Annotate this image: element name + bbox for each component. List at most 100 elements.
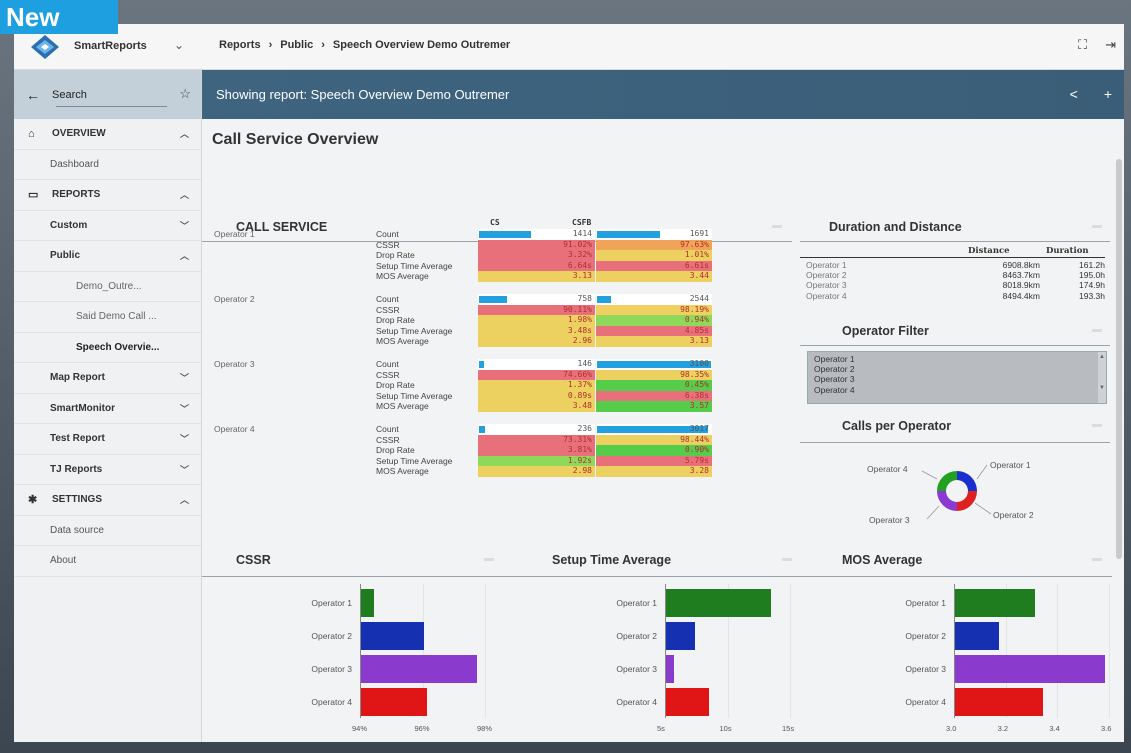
csfb-value: 3017 <box>689 424 709 433</box>
filter-option[interactable]: Operator 2 <box>814 364 1100 374</box>
app-menu-chevron-icon[interactable]: ⌄ <box>174 38 184 52</box>
share-icon[interactable]: < <box>1070 86 1078 102</box>
cs-cell: 1.98% <box>478 315 595 326</box>
chevron-down-icon[interactable]: ﹀ <box>180 432 189 445</box>
sidebar-item[interactable]: Demo_Outre... <box>14 272 201 302</box>
back-arrow-icon[interactable]: ← <box>26 87 40 103</box>
report-banner-text: Showing report: Speech Overview Demo Out… <box>216 87 510 102</box>
panel-handle <box>782 558 792 561</box>
content-scrollbar[interactable] <box>1116 159 1122 559</box>
bar-operator-1 <box>955 589 1036 617</box>
filter-option[interactable]: Operator 3 <box>814 374 1100 384</box>
logout-icon[interactable]: ⇥ <box>1105 37 1116 53</box>
sidebar-item[interactable]: Test Report ﹀ <box>14 424 201 455</box>
sidebar-item[interactable]: Said Demo Call ... <box>14 302 201 333</box>
metric-label: Drop Rate <box>376 445 415 456</box>
metric-label: Drop Rate <box>376 250 415 261</box>
y-tick-label: Operator 2 <box>616 631 657 641</box>
breadcrumb-public[interactable]: Public <box>280 39 313 51</box>
breadcrumb-reports[interactable]: Reports <box>219 39 261 51</box>
cs-value: 146 <box>577 359 592 368</box>
metric-label: Count <box>376 229 399 239</box>
calls-per-operator-title: Calls per Operator <box>842 419 952 433</box>
csfb-cell: 2544 <box>596 294 712 305</box>
csfb-value: 0.90% <box>684 445 709 455</box>
donut-slice <box>957 491 977 511</box>
fullscreen-icon[interactable]: ⛶ <box>1078 37 1087 53</box>
cs-value: 90.11% <box>563 304 592 314</box>
operator-filter-title: Operator Filter <box>842 324 929 338</box>
chevron-down-icon[interactable]: ﹀ <box>180 219 189 232</box>
metric-label: Setup Time Average <box>376 260 453 271</box>
cs-value: 1.98% <box>567 315 592 325</box>
y-tick-label: Operator 3 <box>311 664 352 674</box>
x-tick-label: 15s <box>782 724 795 733</box>
filter-option[interactable]: Operator 4 <box>814 385 1100 395</box>
gridline <box>1109 584 1110 718</box>
chevron-down-icon[interactable]: ﹀ <box>180 463 189 476</box>
cs-cell: 758 <box>478 294 595 305</box>
donut-leader-line <box>974 502 992 515</box>
sidebar-item[interactable]: ✱ SETTINGS ︿ <box>14 485 201 516</box>
sidebar-item[interactable]: Speech Overvie... <box>14 333 201 363</box>
csfb-cell: 6.61s <box>596 260 712 272</box>
breadcrumb-separator-icon: › <box>268 39 273 51</box>
app-name[interactable]: SmartReports <box>74 40 147 52</box>
duration-value: 193.3h <box>1079 290 1105 301</box>
x-tick-label: 3.6 <box>1101 724 1112 733</box>
csfb-cell: 98.19% <box>596 304 712 316</box>
cs-cell: 1.92s <box>478 455 595 467</box>
sidebar-item[interactable]: Custom ﹀ <box>14 211 201 241</box>
csfb-cell: 0.45% <box>596 380 712 391</box>
cs-value: 3.32% <box>567 250 592 260</box>
donut-slice <box>937 491 957 511</box>
chevron-up-icon[interactable]: ︿ <box>180 249 189 262</box>
chevron-up-icon[interactable]: ︿ <box>180 188 189 201</box>
csfb-value: 97.63% <box>680 239 709 249</box>
distance-header: Distance <box>968 246 1010 256</box>
sidebar-item-label: Demo_Outre... <box>76 280 142 292</box>
operator-filter-list[interactable]: ▲ ▼ Operator 1 Operator 2 Operator 3 Operato… <box>807 351 1107 404</box>
y-tick-label: Operator 1 <box>311 598 352 608</box>
bar-operator-2 <box>955 622 999 650</box>
sidebar-item[interactable]: Dashboard <box>14 150 201 180</box>
sidebar-item[interactable]: About <box>14 546 201 577</box>
csfb-cell: 0.94% <box>596 315 712 326</box>
search-input[interactable]: Search <box>52 89 87 101</box>
cs-cell: 3.48 <box>478 401 595 412</box>
sidebar-item[interactable]: TJ Reports ﹀ <box>14 455 201 485</box>
sidebar-item-label: Data source <box>50 524 104 536</box>
filter-option[interactable]: Operator 1 <box>814 354 1100 364</box>
csfb-cell: 3017 <box>596 424 712 435</box>
sidebar-item[interactable]: Public ︿ <box>14 241 201 272</box>
sidebar-item[interactable]: Map Report ﹀ <box>14 363 201 394</box>
bar-operator-4 <box>955 688 1043 716</box>
filter-scrollbar[interactable]: ▲ ▼ <box>1098 352 1106 403</box>
cs-cell: 2.96 <box>478 336 595 347</box>
cs-cell: 3.81% <box>478 445 595 456</box>
chevron-down-icon[interactable]: ﹀ <box>180 402 189 415</box>
table-rule <box>800 257 1105 258</box>
csfb-value: 6.38s <box>684 390 709 400</box>
y-tick-label: Operator 4 <box>616 697 657 707</box>
add-icon[interactable]: + <box>1104 86 1112 102</box>
chevron-down-icon[interactable]: ﹀ <box>180 371 189 384</box>
sidebar-item[interactable]: Data source <box>14 516 201 546</box>
sidebar-item[interactable]: ▭ REPORTS ︿ <box>14 180 201 211</box>
bar-operator-2 <box>361 622 424 650</box>
chevron-up-icon[interactable]: ︿ <box>180 493 189 506</box>
mos-chart-title: MOS Average <box>842 553 923 567</box>
favorite-star-icon[interactable]: ☆ <box>179 86 191 102</box>
calls-per-operator-chart: Operator 4 Operator 1 Operator 3 Operato… <box>807 459 1107 544</box>
sidebar-search[interactable]: ← Search ☆ <box>14 70 201 119</box>
sidebar-item-label: Test Report <box>50 433 105 445</box>
sidebar-item[interactable]: ⌂ OVERVIEW ︿ <box>14 119 201 150</box>
cs-cell: 73.31% <box>478 434 595 446</box>
metric-label: MOS Average <box>376 336 429 347</box>
sidebar-item-label: Dashboard <box>50 158 99 170</box>
operator-label: Operator 2 <box>806 270 847 281</box>
chevron-up-icon[interactable]: ︿ <box>180 127 189 140</box>
cs-cell: 0.89s <box>478 390 595 402</box>
cs-value: 3.13 <box>572 271 592 281</box>
sidebar-item[interactable]: SmartMonitor ﹀ <box>14 394 201 424</box>
